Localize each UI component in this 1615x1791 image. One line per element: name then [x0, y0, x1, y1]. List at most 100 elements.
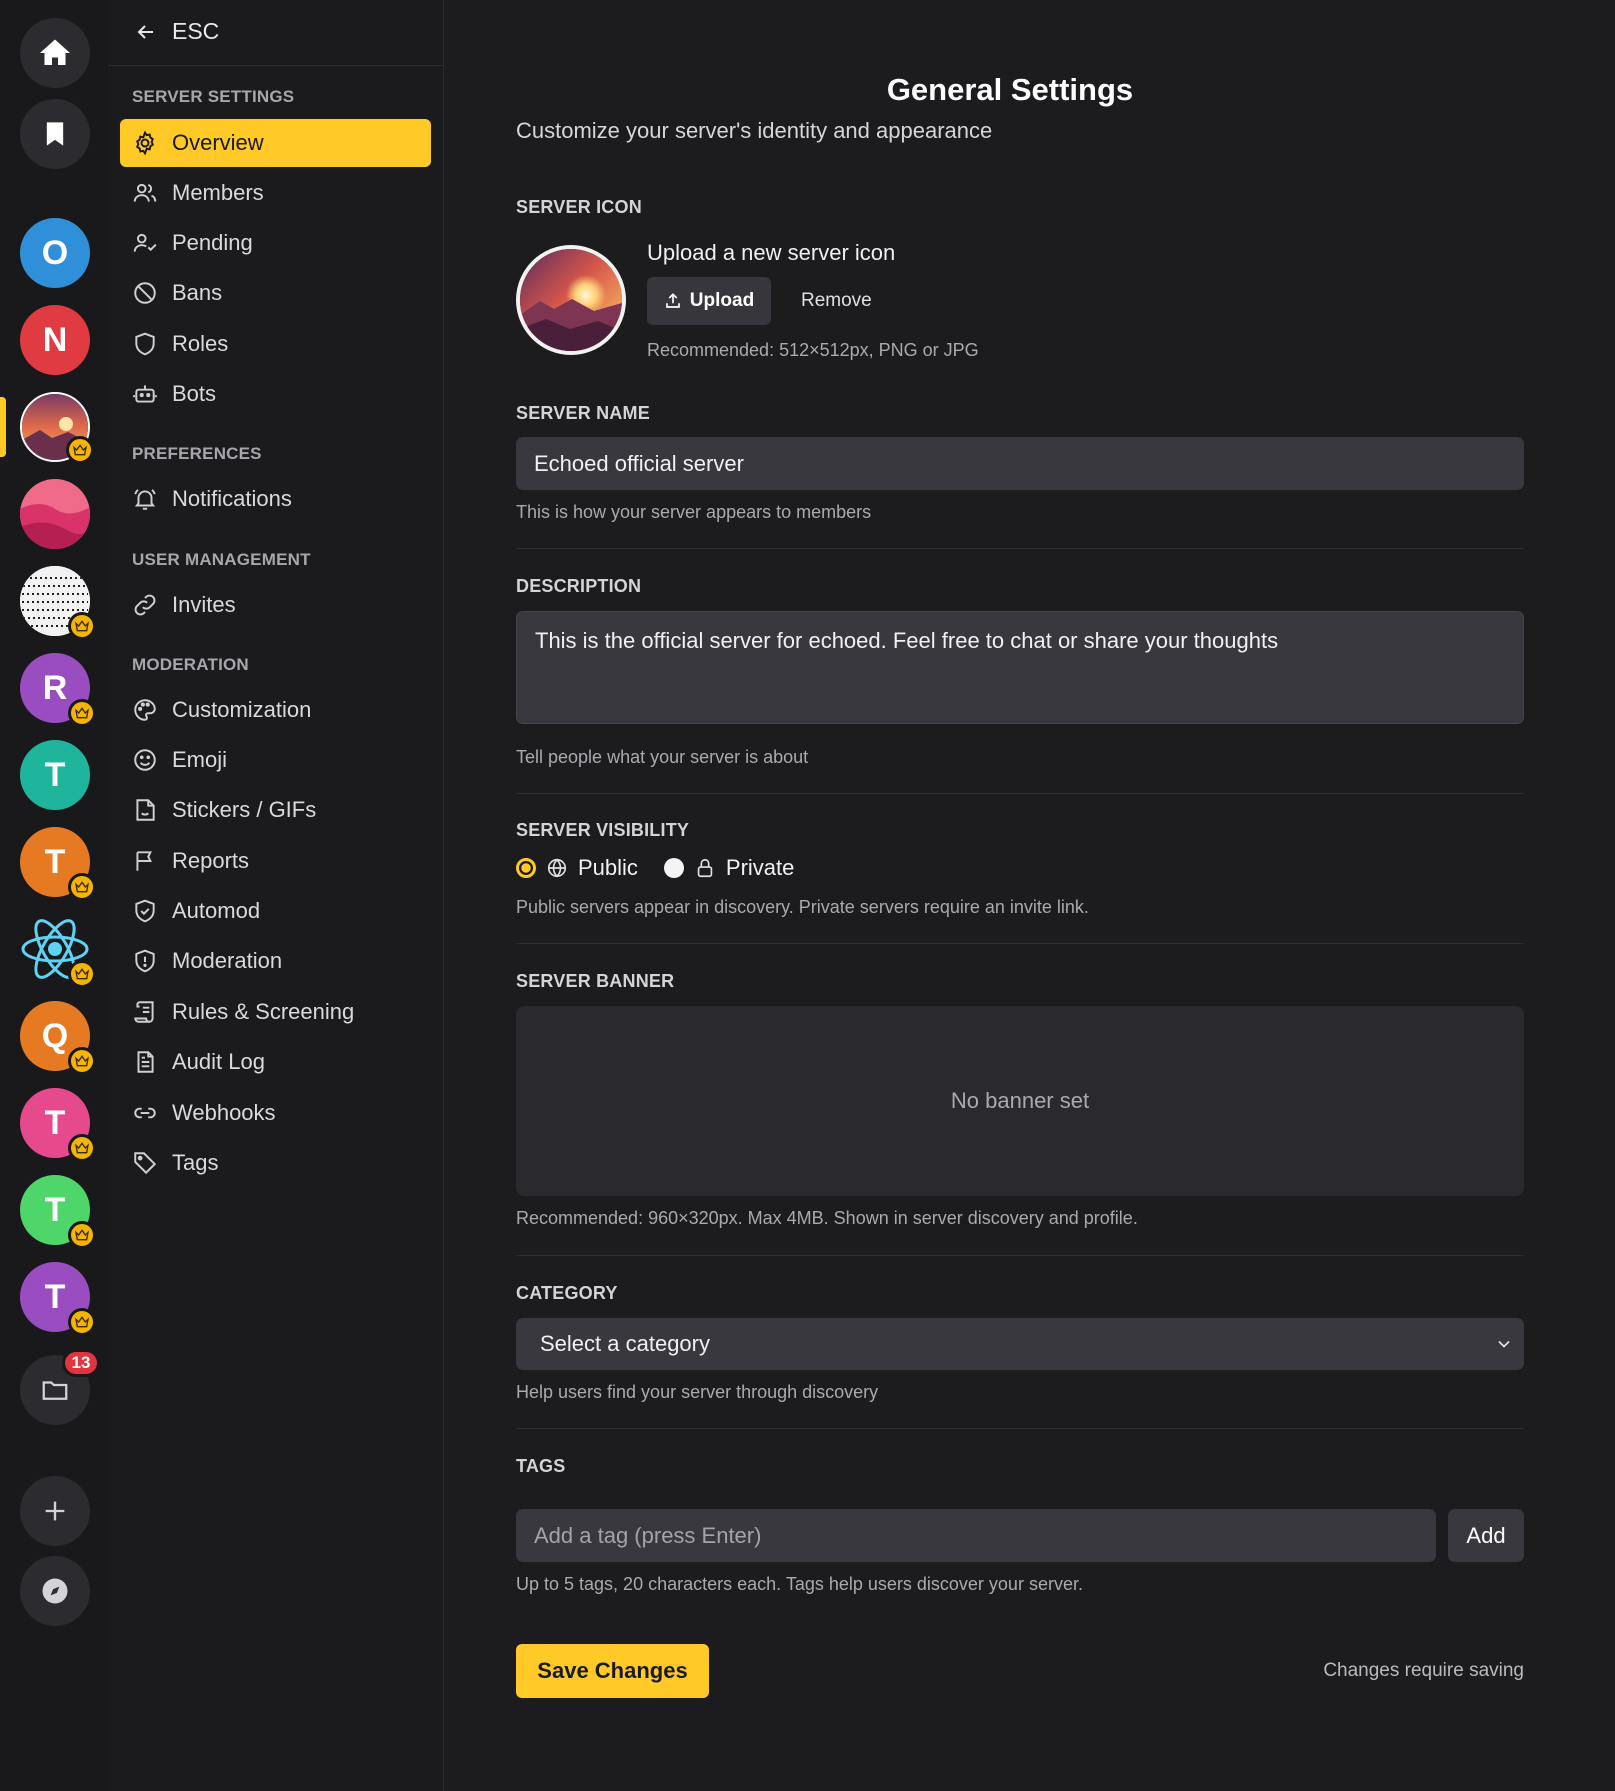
- folder-icon: [42, 1381, 68, 1400]
- server-letter: T: [44, 1103, 66, 1142]
- bell-ring-icon: [134, 489, 156, 510]
- description-help: Tell people what your server is about: [516, 747, 809, 767]
- crown-icon: [74, 881, 90, 893]
- server-n[interactable]: N: [20, 305, 90, 375]
- add-tag-button[interactable]: Add: [1448, 1509, 1524, 1562]
- nav-item-audit-log[interactable]: Audit Log: [120, 1038, 431, 1086]
- nav-item-label: Moderation: [172, 948, 283, 973]
- nav-item-reports[interactable]: Reports: [120, 837, 431, 885]
- section-divider: [516, 548, 1524, 549]
- scroll-icon: [134, 1001, 154, 1023]
- visibility-options: Public Private: [516, 855, 794, 881]
- nav-item-automod[interactable]: Automod: [120, 887, 431, 935]
- nav-item-label: Webhooks: [172, 1100, 276, 1125]
- nav-item-emoji[interactable]: Emoji: [120, 736, 431, 784]
- server-t-orange[interactable]: T: [20, 827, 96, 901]
- tags-label: TAGS: [516, 1456, 566, 1476]
- nav-item-webhooks[interactable]: Webhooks: [120, 1089, 431, 1137]
- nav-item-pending[interactable]: Pending: [120, 219, 431, 267]
- nav-item-moderation[interactable]: Moderation: [120, 937, 431, 985]
- lock-icon: [697, 858, 713, 878]
- server-o[interactable]: O: [20, 218, 90, 288]
- settings-main: General Settings Customize your server's…: [445, 0, 1615, 1791]
- sticker-icon: [136, 799, 155, 821]
- upload-button-label: Upload: [689, 290, 755, 311]
- section-divider: [516, 943, 1524, 944]
- radio-private[interactable]: [663, 858, 684, 878]
- owner-crown-badge: [68, 1047, 96, 1075]
- server-letter: T: [44, 842, 66, 881]
- section-server-settings: SERVER SETTINGS: [132, 87, 295, 106]
- user-check-icon: [133, 233, 157, 252]
- server-noise[interactable]: [20, 566, 96, 640]
- nav-item-tags[interactable]: Tags: [120, 1139, 431, 1187]
- visibility-public-label[interactable]: Public: [578, 855, 638, 881]
- save-changes-button[interactable]: Save Changes: [516, 1644, 709, 1698]
- nav-item-label: Roles: [172, 331, 229, 356]
- nav-item-bans[interactable]: Bans: [120, 269, 431, 317]
- owner-crown-badge: [68, 699, 96, 727]
- nav-item-notifications[interactable]: Notifications: [120, 475, 431, 523]
- palette-icon: [134, 699, 156, 721]
- home-button[interactable]: [20, 18, 90, 88]
- ban-icon: [134, 282, 156, 304]
- banner-dropzone[interactable]: No banner set: [516, 1006, 1524, 1196]
- server-react[interactable]: [20, 914, 96, 988]
- section-moderation: MODERATION: [132, 655, 249, 674]
- add-server-button[interactable]: [20, 1476, 90, 1546]
- server-icon-help: Recommended: 512×512px, PNG or JPG: [647, 340, 979, 360]
- upload-button[interactable]: Upload: [647, 277, 771, 325]
- server-r[interactable]: R: [20, 653, 96, 727]
- users-icon: [133, 183, 157, 202]
- banner-label: SERVER BANNER: [516, 971, 675, 991]
- server-q[interactable]: Q: [20, 1001, 96, 1075]
- bookmarks-button[interactable]: [20, 99, 90, 169]
- server-letter: N: [42, 320, 68, 359]
- server-pink-landscape[interactable]: [20, 479, 90, 549]
- server-name-help: This is how your server appears to membe…: [516, 502, 872, 522]
- crown-icon: [74, 707, 90, 719]
- visibility-private-label[interactable]: Private: [726, 855, 794, 881]
- category-select[interactable]: Select a category: [516, 1318, 1524, 1370]
- server-letter: O: [41, 233, 69, 272]
- server-name-input[interactable]: Echoed official server: [516, 437, 1524, 490]
- nav-item-stickers[interactable]: Stickers / GIFs: [120, 786, 431, 834]
- radio-public[interactable]: [516, 858, 536, 878]
- tag-input[interactable]: Add a tag (press Enter): [516, 1509, 1436, 1562]
- owner-crown-badge: [68, 1221, 96, 1249]
- nav-item-label: Bots: [172, 381, 217, 406]
- server-echoed[interactable]: [20, 392, 94, 464]
- server-t-teal[interactable]: T: [20, 740, 90, 810]
- nav-item-label: Overview: [172, 130, 264, 155]
- server-folder[interactable]: 13: [20, 1349, 100, 1425]
- gear-icon: [135, 130, 155, 156]
- server-letter: T: [44, 1277, 66, 1316]
- smile-icon: [134, 749, 156, 771]
- upload-heading: Upload a new server icon: [647, 240, 896, 265]
- description-textarea[interactable]: This is the official server for echoed. …: [516, 611, 1524, 724]
- nav-item-label: Stickers / GIFs: [172, 797, 317, 822]
- back-button[interactable]: ESC: [134, 18, 219, 45]
- nav-item-customization[interactable]: Customization: [120, 686, 431, 734]
- remove-button[interactable]: Remove: [787, 277, 886, 325]
- crown-icon: [74, 1055, 90, 1067]
- server-t-purple[interactable]: T: [20, 1262, 96, 1336]
- nav-item-roles[interactable]: Roles: [120, 320, 431, 368]
- nav-item-label: Reports: [172, 848, 250, 873]
- discover-button[interactable]: [20, 1556, 90, 1626]
- crown-icon: [74, 1229, 90, 1241]
- server-t-green[interactable]: T: [20, 1175, 96, 1249]
- shield-icon: [135, 332, 155, 356]
- server-t-pink[interactable]: T: [20, 1088, 96, 1162]
- server-rail: O N R T T Q T T T 13: [0, 0, 108, 1791]
- nav-item-invites[interactable]: Invites: [120, 581, 431, 629]
- flag-icon: [136, 851, 152, 871]
- nav-item-members[interactable]: Members: [120, 169, 431, 217]
- nav-item-bots[interactable]: Bots: [120, 370, 431, 418]
- server-letter: Q: [41, 1016, 69, 1055]
- server-letter: T: [44, 755, 66, 794]
- nav-item-rules[interactable]: Rules & Screening: [120, 988, 431, 1036]
- nav-item-overview[interactable]: Overview: [120, 119, 431, 167]
- owner-crown-badge: [66, 436, 94, 464]
- tag-icon: [134, 1152, 157, 1175]
